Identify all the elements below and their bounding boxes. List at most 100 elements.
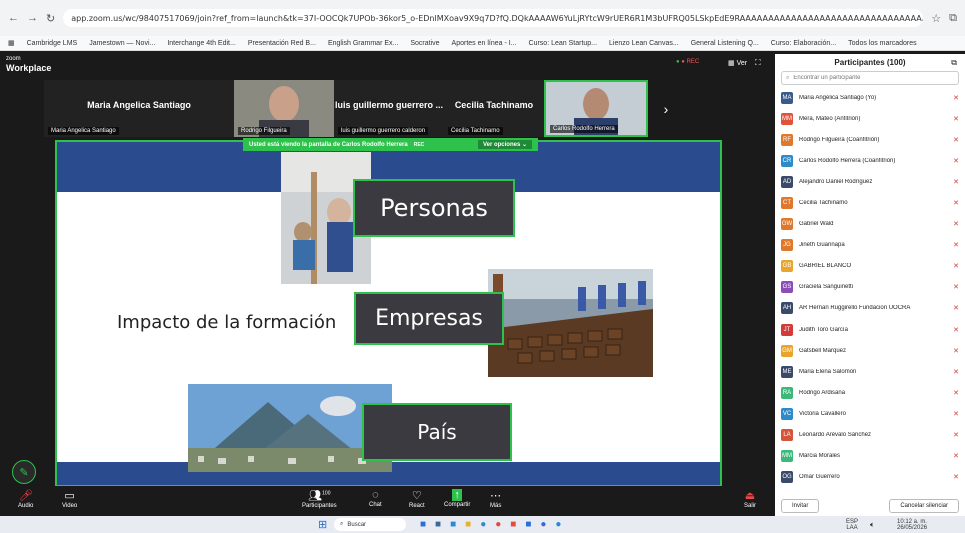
participant-row[interactable]: GB GABRIEL BLANCO ✕ [775, 256, 965, 277]
participant-row[interactable]: MM Marcia Morales ✕ [775, 446, 965, 467]
star-icon[interactable]: ☆ [931, 12, 941, 25]
video-tile-active-speaker[interactable]: Carlos Rodolfo Herrera [544, 80, 648, 137]
view-options-button[interactable]: Ver opciones ⌄ [477, 140, 532, 149]
bookmark[interactable]: Cambridge LMS [27, 40, 78, 47]
participant-row[interactable]: JT Judith Toro García ✕ [775, 319, 965, 340]
participant-row[interactable]: JG Jineth Guarinapa ✕ [775, 235, 965, 256]
apps-icon[interactable]: ▦ [8, 39, 15, 47]
participant-row[interactable]: GW Gabriel Wald ✕ [775, 214, 965, 235]
zoom-app-icon[interactable]: ● [555, 519, 561, 530]
video-tile[interactable]: Rodrigo Filgueira [234, 80, 334, 137]
share-button[interactable]: ↑ Compartir [444, 489, 470, 508]
browser-toolbar: ← → ↻ app.zoom.us/wc/98407517069/join?re… [0, 0, 965, 36]
mic-muted-icon: ✕ [953, 115, 959, 123]
taskbar-app-icon[interactable]: ● [540, 519, 546, 530]
participant-search[interactable]: ⌕ [781, 71, 959, 85]
participant-row[interactable]: RA Rodrigo Ardisana ✕ [775, 382, 965, 403]
chat-button[interactable]: ◌ Chat [369, 489, 382, 508]
slide-title: Impacto de la formación [117, 312, 337, 333]
video-tile[interactable]: Maria Angelica Santiago Maria Angelica S… [44, 80, 234, 137]
next-page-icon[interactable]: › [648, 80, 684, 137]
mic-muted-icon: ✕ [953, 368, 959, 376]
bookmark[interactable]: Todos los marcadores [848, 40, 916, 47]
bookmark[interactable]: Lienzo Lean Canvas... [609, 40, 679, 47]
shared-screen: Personas Empresas Impacto de la formació… [55, 140, 722, 487]
popout-icon[interactable]: ⧉ [951, 58, 957, 68]
bookmark[interactable]: Jamestown — Novi... [89, 40, 155, 47]
react-button[interactable]: ♡ React [409, 489, 425, 509]
bookmark[interactable]: General Listening Q... [691, 40, 759, 47]
participant-row[interactable]: MA Maria Angelica Santiago (Yo) ✕ [775, 87, 965, 108]
more-button[interactable]: ⋯ Más [490, 489, 501, 509]
participant-row[interactable]: GS Graciela Sanguinetti ✕ [775, 277, 965, 298]
video-button[interactable]: ▭ Video [62, 489, 77, 509]
participant-name: Leonardo Arévalo Sánchez [799, 432, 872, 439]
bookmark[interactable]: Curso: Elaboración... [771, 40, 836, 47]
avatar: JT [781, 323, 793, 336]
heart-icon: ♡ [411, 490, 422, 502]
taskbar-app-icon[interactable]: ■ [420, 519, 426, 530]
bookmark[interactable]: English Grammar Ex... [328, 40, 398, 47]
leave-button[interactable]: ⏏ Salir [744, 489, 756, 509]
mic-muted-icon: ✕ [953, 284, 959, 292]
participant-row[interactable]: CT Cecilia Tachinamo ✕ [775, 192, 965, 213]
language-indicator[interactable]: ESP LAA [846, 519, 858, 531]
mic-muted-icon: ✕ [953, 157, 959, 165]
video-tile[interactable]: Cecilia Tachinamo Cecilia Tachinamo [444, 80, 544, 137]
vscode-icon[interactable]: ■ [525, 519, 531, 530]
avatar: MA [781, 91, 793, 104]
taskbar-app-icon[interactable]: ■ [450, 519, 456, 530]
annotate-pencil-icon[interactable]: ✎ [12, 460, 36, 484]
folder-icon[interactable]: ■ [465, 519, 471, 530]
participant-name: Omar Guerrero [799, 474, 840, 481]
view-button[interactable]: ▦ Ver [728, 59, 747, 67]
more-icon: ⋯ [490, 490, 502, 502]
audio-button[interactable]: 🎤︎ Audio [18, 489, 33, 509]
chrome-icon[interactable]: ● [495, 519, 501, 530]
extensions-icon[interactable]: ⧉ [949, 12, 957, 25]
unmute-all-button[interactable]: Cancelar silenciar [889, 499, 959, 513]
bookmark[interactable]: Interchange 4th Edit... [167, 40, 236, 47]
participant-name: Rodrigo Filgueira (Coanfitrión) [799, 136, 880, 143]
back-icon[interactable]: ← [8, 12, 19, 24]
participant-name: GABRIEL BLANCO [799, 263, 852, 270]
participant-search-input[interactable] [793, 75, 954, 81]
avatar: RF [781, 133, 793, 146]
participant-row[interactable]: LA Leonardo Arévalo Sánchez ✕ [775, 425, 965, 446]
participant-row[interactable]: AD Alejandro Daniel Rodríguez ✕ [775, 171, 965, 192]
bookmark[interactable]: Curso: Lean Startup... [529, 40, 597, 47]
os-taskbar: ⊞ ⌕ Buscar ■ ■ ■ ■ ● ● ■ ■ ● ● ESP LAA 🔈︎ … [0, 516, 965, 533]
bookmark[interactable]: Presentación Red B... [248, 40, 316, 47]
bookmark[interactable]: Socrative [410, 40, 439, 47]
participant-row[interactable]: OG Omar Guerrero ✕ [775, 467, 965, 488]
reload-icon[interactable]: ↻ [46, 12, 55, 25]
taskbar-app-icon[interactable]: ■ [435, 519, 441, 530]
forward-icon[interactable]: → [27, 12, 38, 24]
participant-row[interactable]: RF Rodrigo Filgueira (Coanfitrión) ✕ [775, 129, 965, 150]
video-tile[interactable]: luis guillermo guerrero ... luis guiller… [334, 80, 444, 137]
participant-row[interactable]: MM Mera, Mateo (Anfitrión) ✕ [775, 108, 965, 129]
clock[interactable]: 10:12 a. m. 26/05/2026 [897, 519, 927, 531]
taskbar-app-icon[interactable]: ■ [510, 519, 516, 530]
participant-name: Victoria Cavallero [799, 410, 846, 417]
address-bar[interactable]: app.zoom.us/wc/98407517069/join?ref_from… [63, 9, 924, 27]
volume-icon[interactable]: 🔈︎ [870, 520, 875, 530]
participant-row[interactable]: AH AR Hernan Ruggirello Fundacion UOCRA ✕ [775, 298, 965, 319]
participant-row[interactable]: VC Victoria Cavallero ✕ [775, 403, 965, 424]
participant-name: Maria Angelica Santiago (Yo) [799, 94, 877, 101]
windows-start-icon[interactable]: ⊞ [318, 518, 327, 531]
participant-row[interactable]: CR Carlos Rodolfo Herrera (Coanfitrión) ✕ [775, 150, 965, 171]
taskbar-search[interactable]: ⌕ Buscar [334, 518, 406, 531]
bookmarks-bar: ▦ Cambridge LMS Jamestown — Novi... Inte… [0, 36, 965, 51]
avatar: AH [781, 302, 793, 315]
avatar: MM [781, 112, 793, 125]
participant-row[interactable]: ME Maria Elena Salomón ✕ [775, 361, 965, 382]
slide-label-pais: País [362, 403, 512, 461]
participant-row[interactable]: GM Gatsbell Marquez ✕ [775, 340, 965, 361]
edge-icon[interactable]: ● [480, 519, 486, 530]
invite-button[interactable]: Invitar [781, 499, 820, 513]
bookmark[interactable]: Aportes en línea - I... [452, 40, 517, 47]
participant-name: AR Hernan Ruggirello Fundacion UOCRA [799, 305, 911, 312]
fullscreen-icon[interactable]: ⛶ [755, 58, 761, 68]
participants-button[interactable]: 👥︎100 Participantes [302, 489, 337, 509]
